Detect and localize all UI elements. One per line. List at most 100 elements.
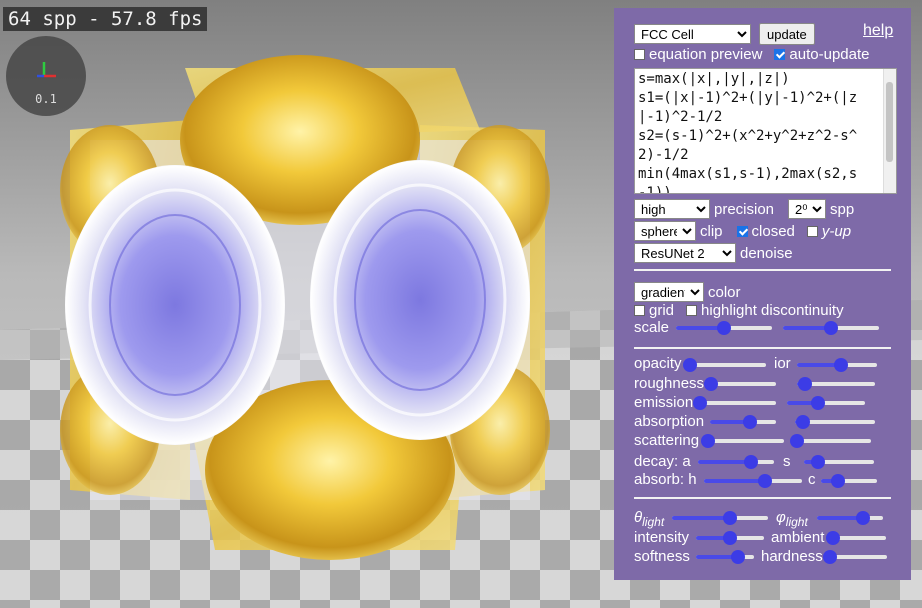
scattering-slider[interactable] [700, 434, 784, 448]
slider-track[interactable] [698, 401, 776, 405]
phi-light-slider[interactable] [817, 511, 883, 525]
help-link[interactable]: help [863, 22, 893, 40]
scale-slider-a[interactable] [676, 321, 772, 335]
theta-symbol: θ [634, 509, 643, 526]
axis-gizmo[interactable]: 0.1 [6, 36, 86, 116]
roughness-slider-b[interactable] [797, 377, 875, 391]
grid-checkbox[interactable] [634, 305, 645, 316]
intensity-slider[interactable] [696, 531, 764, 545]
yup-label: y-up [821, 222, 852, 240]
slider-track[interactable] [706, 439, 784, 443]
slider-knob[interactable] [723, 531, 737, 545]
precision-select[interactable]: high [634, 199, 710, 219]
slider-knob[interactable] [730, 550, 745, 564]
roughness-label: roughness [634, 375, 705, 392]
slider-knob[interactable] [682, 358, 697, 372]
auto-update-checkbox[interactable] [774, 49, 786, 60]
slider-knob[interactable] [692, 396, 707, 410]
ior-label: ior [774, 355, 791, 372]
expression-text[interactable]: s=max(|x|,|y|,|z|) s1=(|x|-1)^2+(|y|-1)^… [635, 69, 896, 193]
slider-knob[interactable] [722, 511, 737, 525]
emission-slider-b[interactable] [787, 396, 865, 410]
slider-knob[interactable] [825, 531, 840, 545]
intensity-label: intensity [634, 529, 690, 546]
color-select[interactable]: gradient [634, 282, 704, 302]
scattering-slider-b[interactable] [789, 434, 871, 448]
decay-s-slider[interactable] [804, 455, 874, 469]
absorption-label: absorption [634, 413, 705, 430]
absorption-slider[interactable] [710, 415, 776, 429]
slider-knob[interactable] [811, 396, 826, 410]
control-panel: FCC Cell update help equation preview au… [614, 8, 911, 580]
closed-label: closed [751, 222, 795, 240]
grid-label: grid [649, 302, 675, 319]
slider-knob[interactable] [742, 415, 757, 429]
slider-knob[interactable] [717, 321, 731, 335]
theta-sub: light [642, 515, 665, 529]
slider-knob[interactable] [823, 550, 838, 564]
softness-slider[interactable] [696, 550, 754, 564]
slider-knob[interactable] [856, 511, 871, 525]
separator [634, 347, 891, 349]
absorb-c-slider[interactable] [821, 474, 877, 488]
opacity-slider[interactable] [682, 358, 766, 372]
closed-checkbox[interactable] [736, 225, 748, 237]
absorb-h-slider[interactable] [704, 474, 802, 488]
ambient-label: ambient [771, 529, 825, 546]
highlight-label: highlight discontinuity [701, 302, 844, 319]
ambient-slider[interactable] [825, 531, 886, 545]
fps-counter: 64 spp - 57.8 fps [3, 7, 208, 31]
slider-knob[interactable] [830, 474, 845, 488]
phi-sub: light [785, 515, 808, 529]
slider-knob[interactable] [796, 415, 810, 429]
slider-knob[interactable] [834, 358, 848, 372]
precision-label: precision [714, 200, 775, 218]
slider-track[interactable] [688, 363, 766, 367]
slider-track[interactable] [710, 382, 776, 386]
scattering-label: scattering [634, 432, 700, 449]
emission-label: emission [634, 394, 694, 411]
scale-slider-b[interactable] [783, 321, 879, 335]
highlight-checkbox[interactable] [686, 305, 698, 316]
color-label: color [708, 283, 741, 301]
slider-track[interactable] [793, 439, 871, 443]
hardness-slider[interactable] [823, 550, 887, 564]
slider-knob[interactable] [811, 455, 825, 469]
denoise-label: denoise [740, 244, 793, 262]
slider-knob[interactable] [744, 455, 759, 469]
clip-select[interactable]: sphere [634, 221, 696, 241]
emission-slider[interactable] [692, 396, 776, 410]
hardness-label: hardness [761, 548, 823, 565]
ior-slider[interactable] [797, 358, 877, 372]
equation-preview-label: equation preview [649, 46, 763, 63]
slider-knob[interactable] [797, 377, 812, 391]
roughness-slider[interactable] [704, 377, 776, 391]
slider-knob[interactable] [757, 474, 772, 488]
slider-track[interactable] [829, 555, 887, 559]
preset-select[interactable]: FCC Cell [634, 24, 751, 44]
theta-light-slider[interactable] [672, 511, 768, 525]
clip-label: clip [700, 222, 723, 240]
slider-fill [672, 516, 730, 520]
update-button[interactable]: update [759, 23, 815, 45]
phi-symbol: φ [776, 509, 786, 526]
scale-label: scale [634, 319, 670, 336]
slider-knob[interactable] [704, 377, 719, 391]
spp-label: spp [830, 200, 855, 218]
spp-select[interactable]: 2⁰ [788, 199, 827, 219]
absorption-slider-b[interactable] [795, 415, 875, 429]
equation-preview-checkbox[interactable] [634, 49, 645, 60]
expression-scrollbar[interactable] [883, 69, 896, 193]
opacity-label: opacity [634, 355, 682, 372]
slider-fill [704, 479, 765, 483]
separator [634, 269, 891, 271]
auto-update-label: auto-update [789, 46, 870, 63]
decay-a-slider[interactable] [698, 455, 774, 469]
expression-editor[interactable]: s=max(|x|,|y|,|z|) s1=(|x|-1)^2+(|y|-1)^… [634, 68, 897, 194]
slider-knob[interactable] [824, 321, 838, 335]
yup-checkbox[interactable] [806, 225, 818, 237]
slider-knob[interactable] [789, 434, 804, 448]
slider-knob[interactable] [700, 434, 715, 448]
decay-s-label: s [783, 453, 791, 470]
denoise-select[interactable]: ResUNet 2 [634, 243, 736, 263]
